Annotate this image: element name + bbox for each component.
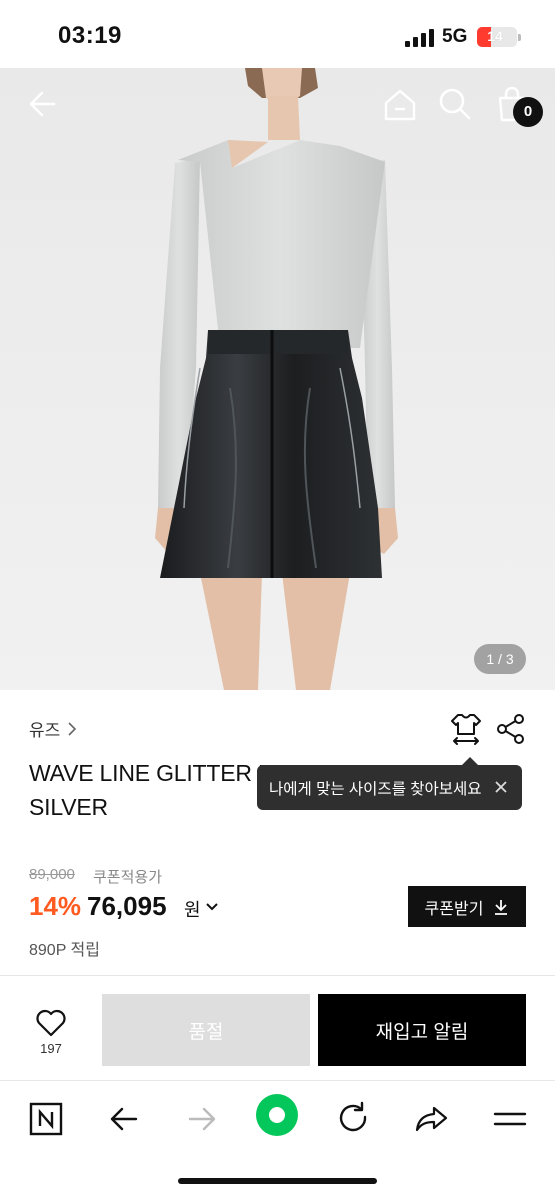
- product-photo: [0, 68, 555, 690]
- share-icon[interactable]: [494, 712, 528, 746]
- brand-link[interactable]: 유즈: [29, 716, 78, 741]
- product-image[interactable]: 0 1 / 3: [0, 68, 555, 690]
- heart-icon: [36, 1009, 66, 1037]
- soldout-button: 품절: [102, 994, 310, 1066]
- chevron-down-icon[interactable]: [205, 900, 219, 914]
- naver-green-dot-icon[interactable]: [255, 1093, 299, 1137]
- size-tooltip-text: 나에게 맞는 사이즈를 찾아보세요: [269, 780, 482, 798]
- browser-forward-icon[interactable]: [180, 1097, 224, 1141]
- home-icon[interactable]: [380, 85, 420, 125]
- status-time: 03:19: [58, 22, 122, 49]
- size-guide-icon[interactable]: [448, 712, 484, 746]
- signal-icon: [405, 29, 435, 47]
- naver-n-icon[interactable]: [24, 1097, 68, 1141]
- battery-icon: 14: [477, 27, 521, 47]
- size-tooltip: 나에게 맞는 사이즈를 찾아보세요: [257, 765, 522, 810]
- divider: [0, 975, 555, 976]
- home-indicator: [178, 1178, 377, 1184]
- back-icon[interactable]: [24, 84, 64, 124]
- image-counter: 1 / 3: [474, 644, 526, 674]
- currency-unit: 원: [184, 900, 201, 920]
- restock-alert-button[interactable]: 재입고 알림: [318, 994, 526, 1066]
- get-coupon-button[interactable]: 쿠폰받기: [408, 886, 526, 927]
- coupon-price-label: 쿠폰적용가: [93, 869, 163, 886]
- reward-points: 890P 적립: [29, 942, 100, 959]
- download-icon: [495, 899, 508, 915]
- chevron-right-icon: [68, 721, 77, 736]
- sale-price: 76,095: [87, 891, 167, 921]
- share-arrow-icon[interactable]: [410, 1097, 454, 1141]
- coupon-button-label: 쿠폰받기: [424, 900, 484, 918]
- brand-name: 유즈: [29, 721, 61, 740]
- discount-rate: 14%: [29, 891, 82, 921]
- close-icon[interactable]: [492, 778, 510, 796]
- battery-level: 14: [487, 28, 503, 44]
- search-icon[interactable]: [435, 84, 475, 124]
- refresh-icon[interactable]: [332, 1097, 376, 1141]
- network-type: 5G: [442, 26, 468, 47]
- like-count: 197: [40, 1041, 62, 1056]
- status-bar: 03:19 5G 14: [0, 0, 555, 68]
- cart-count-badge: 0: [513, 97, 543, 127]
- menu-icon[interactable]: [488, 1097, 532, 1141]
- browser-back-icon[interactable]: [102, 1097, 146, 1141]
- original-price: 89,000: [29, 866, 75, 883]
